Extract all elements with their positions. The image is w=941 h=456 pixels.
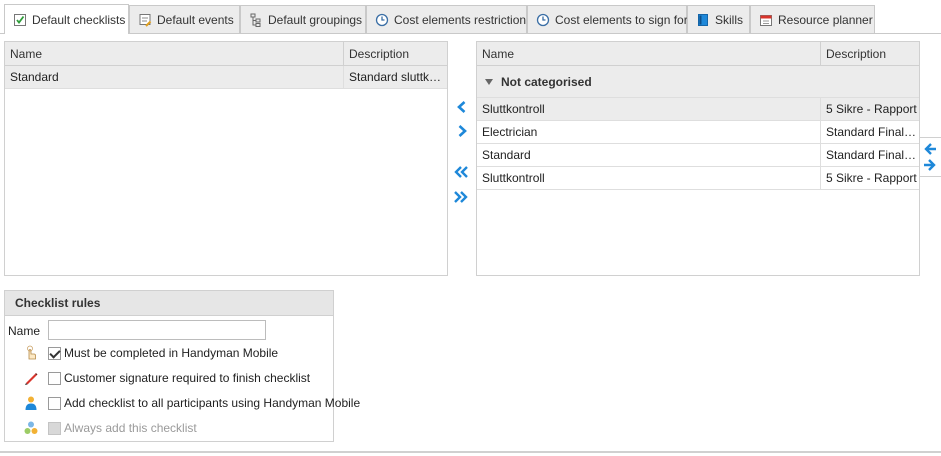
tab-resource-planner[interactable]: Resource planner bbox=[750, 5, 875, 33]
signature-required-label: Customer signature required to finish ch… bbox=[64, 371, 311, 385]
cell-name: Standard bbox=[482, 148, 531, 162]
collapse-triangle-icon[interactable] bbox=[485, 78, 493, 85]
tab-bar-divider bbox=[0, 33, 941, 34]
grid-header: Name Description bbox=[477, 42, 919, 66]
arrow-left-icon bbox=[924, 143, 936, 155]
tab-bar: Default checklists Default events Defaul… bbox=[0, 0, 941, 35]
column-header-name[interactable]: Name bbox=[477, 42, 820, 66]
column-header-name[interactable]: Name bbox=[5, 42, 343, 66]
tab-label: Skills bbox=[715, 12, 744, 27]
pen-icon bbox=[25, 373, 38, 385]
clock-icon bbox=[375, 13, 389, 26]
cell-description: 5 Sikre - Rapport bbox=[820, 167, 919, 189]
move-right-button[interactable] bbox=[453, 122, 471, 140]
arrow-left-icon bbox=[457, 101, 466, 113]
always-add-checkbox[interactable] bbox=[48, 422, 61, 435]
tab-label: Default groupings bbox=[268, 12, 363, 27]
signature-required-checkbox[interactable] bbox=[48, 372, 61, 385]
column-header-description[interactable]: Description bbox=[820, 42, 919, 66]
bottom-divider bbox=[0, 451, 941, 453]
checklist-rules-panel: Checklist rules Name Must be completed i… bbox=[4, 290, 360, 442]
tab-cost-elements-to-sign-for[interactable]: Cost elements to sign for bbox=[527, 5, 688, 33]
all-participants-checkbox[interactable] bbox=[48, 397, 61, 410]
move-left-button[interactable] bbox=[453, 98, 471, 116]
group-row-not-categorised[interactable]: Not categorised bbox=[477, 66, 919, 98]
move-all-right-button[interactable] bbox=[452, 188, 470, 206]
cell-name: Standard bbox=[10, 70, 59, 84]
tab-label: Cost elements to sign for bbox=[555, 12, 688, 27]
name-label: Name bbox=[8, 324, 41, 338]
tab-cost-elements-restriction[interactable]: Cost elements restriction bbox=[366, 5, 527, 33]
rule-option-always-add: Always add this checklist bbox=[5, 419, 333, 439]
table-row[interactable]: Electrician Standard Final Inspection bbox=[477, 121, 919, 144]
table-row[interactable]: Sluttkontroll 5 Sikre - Rapport bbox=[477, 98, 919, 121]
calendar-icon bbox=[760, 14, 772, 26]
table-row[interactable]: Sluttkontroll 5 Sikre - Rapport bbox=[477, 167, 919, 190]
cell-name: Sluttkontroll bbox=[482, 171, 545, 185]
rule-option-signature: Customer signature required to finish ch… bbox=[5, 369, 333, 389]
group-label: Not categorised bbox=[501, 74, 592, 89]
book-icon bbox=[698, 13, 708, 26]
always-add-label: Always add this checklist bbox=[64, 421, 197, 435]
must-complete-label: Must be completed in Handyman Mobile bbox=[64, 346, 279, 360]
tab-skills[interactable]: Skills bbox=[687, 5, 750, 33]
tab-label: Default checklists bbox=[32, 12, 126, 27]
rules-panel-title: Checklist rules bbox=[5, 291, 333, 316]
rule-option-all-participants: Add checklist to all participants using … bbox=[5, 394, 360, 414]
tab-label: Cost elements restriction bbox=[394, 12, 527, 27]
touch-hand-icon bbox=[27, 345, 36, 360]
tree-icon bbox=[250, 13, 261, 27]
move-up-button[interactable] bbox=[921, 141, 939, 157]
all-participants-label: Add checklist to all participants using … bbox=[64, 396, 361, 410]
move-all-left-button[interactable] bbox=[452, 163, 470, 181]
cell-description: Standard sluttkontroll bbox=[343, 66, 447, 88]
cell-name: Sluttkontroll bbox=[482, 102, 545, 116]
arrow-right-icon bbox=[458, 125, 467, 137]
arrow-right-icon bbox=[924, 159, 936, 171]
table-row[interactable]: Standard Standard Final Inspection bbox=[477, 144, 919, 167]
tab-default-events[interactable]: Default events bbox=[129, 5, 240, 33]
rule-option-must-complete: Must be completed in Handyman Mobile bbox=[5, 344, 333, 364]
available-checklists-grid: Name Description Not categorised Sluttko… bbox=[476, 41, 920, 276]
cell-description: 5 Sikre - Rapport bbox=[820, 98, 919, 120]
tab-label: Default events bbox=[157, 12, 234, 27]
events-icon bbox=[139, 13, 152, 27]
user-icon bbox=[25, 396, 37, 410]
checklist-icon bbox=[14, 13, 26, 26]
grid-header: Name Description bbox=[5, 42, 447, 66]
assigned-checklists-grid: Name Description Standard Standard slutt… bbox=[4, 41, 448, 276]
column-header-description[interactable]: Description bbox=[343, 42, 447, 66]
table-row[interactable]: Standard Standard sluttkontroll bbox=[5, 66, 447, 89]
cell-description: Standard Final Inspection bbox=[820, 144, 919, 166]
clock-icon bbox=[536, 13, 550, 26]
group-icon bbox=[24, 421, 38, 434]
cell-name: Electrician bbox=[482, 125, 538, 139]
double-arrow-right-icon bbox=[454, 191, 468, 203]
double-arrow-left-icon bbox=[454, 166, 468, 178]
rule-name-input[interactable] bbox=[48, 320, 266, 340]
tab-label: Resource planner bbox=[778, 12, 873, 27]
must-complete-checkbox[interactable] bbox=[48, 347, 61, 360]
cell-description: Standard Final Inspection bbox=[820, 121, 919, 143]
tab-default-groupings[interactable]: Default groupings bbox=[240, 5, 366, 33]
tab-default-checklists[interactable]: Default checklists bbox=[4, 4, 129, 34]
move-down-button[interactable] bbox=[921, 157, 939, 173]
